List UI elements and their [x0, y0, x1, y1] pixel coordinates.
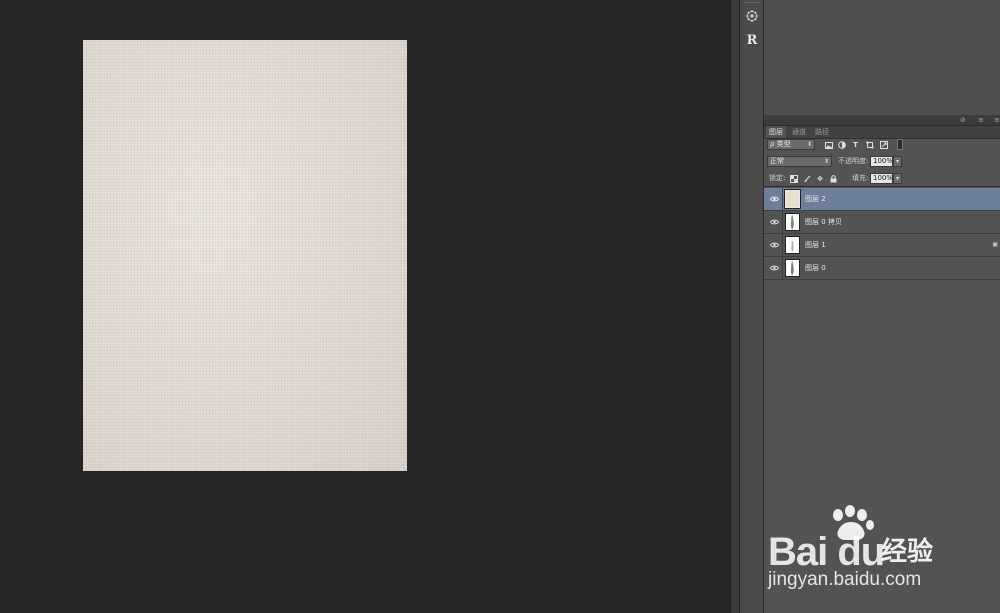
tab-channels[interactable]: 通道 — [789, 126, 809, 138]
baidu-logo-text: Bai du — [768, 530, 885, 574]
panel-collapse-icon[interactable]: ⊘ — [960, 116, 966, 124]
panel-close-icon[interactable]: ≡ — [994, 116, 1000, 124]
row-separator — [782, 234, 783, 256]
fill-field[interactable]: 100% — [870, 173, 893, 184]
jingyan-text: 经验 — [881, 537, 934, 567]
visibility-eye-icon[interactable] — [769, 240, 779, 250]
visibility-eye-icon[interactable] — [769, 263, 779, 273]
layer-thumbnail — [785, 259, 800, 277]
layer-row[interactable]: 图层 2 — [764, 188, 1000, 211]
panel-tabs: 图层 通道 路径 — [764, 126, 1000, 139]
opacity-field[interactable]: 100% — [870, 156, 893, 167]
filter-toggle-switch[interactable] — [897, 139, 903, 150]
row-separator — [782, 188, 783, 210]
baidu-jingyan-watermark: Bai du 经验 jingyan.baidu.com — [764, 505, 1000, 613]
blend-mode-value: 正常 — [770, 157, 784, 165]
watermark-url: jingyan.baidu.com — [768, 569, 922, 590]
layer-name: 图层 0 — [805, 264, 826, 272]
type-filter-icon[interactable]: T — [851, 141, 860, 149]
visibility-eye-icon[interactable] — [769, 194, 779, 204]
visibility-eye-icon[interactable] — [769, 217, 779, 227]
layer-name: 图层 1 — [805, 241, 826, 249]
3d-settings-icon[interactable] — [742, 6, 762, 26]
row-separator — [782, 211, 783, 233]
lock-all-icon[interactable] — [829, 174, 837, 183]
layers-divider — [764, 186, 1000, 187]
tab-layers[interactable]: 图层 — [766, 126, 786, 138]
filter-kind-label: ρ 类型 — [770, 140, 791, 148]
lock-transparency-icon[interactable] — [790, 174, 798, 183]
smart-object-filter-icon[interactable] — [879, 141, 888, 149]
lock-label: 锁定: — [769, 174, 786, 182]
layer-thumbnail — [784, 189, 801, 209]
fill-label: 填充: — [852, 174, 869, 182]
layer-name: 图层 2 — [805, 195, 826, 203]
r-plugin-button[interactable]: R — [742, 30, 762, 50]
panel-menu-icon[interactable]: ≡ — [978, 116, 984, 124]
document-canvas[interactable] — [83, 40, 407, 471]
layer-row[interactable]: 图层 0 — [764, 257, 1000, 280]
opacity-label: 不透明度: — [838, 157, 869, 165]
shape-filter-icon[interactable] — [865, 141, 874, 149]
r-plugin-label: R — [746, 32, 758, 48]
layer-thumbnail — [785, 213, 800, 231]
layer-filter-kind-select[interactable]: ρ 类型 ⬍ — [767, 139, 815, 150]
layer-mask-link-icon: ▣ — [992, 241, 998, 248]
lock-pixels-brush-icon[interactable] — [803, 174, 811, 183]
blend-mode-select[interactable]: 正常 ⬍ — [767, 156, 832, 167]
image-filter-icon[interactable] — [824, 141, 833, 149]
layer-name: 图层 0 拷贝 — [805, 218, 842, 226]
right-panel-empty-area — [764, 0, 1000, 115]
layer-thumbnail — [785, 236, 800, 254]
chevron-down-icon: ⬍ — [823, 158, 829, 165]
panel-header[interactable]: ⊘ ≡ ≡ — [764, 115, 1000, 126]
opacity-dropdown-arrow[interactable]: ▾ — [893, 156, 902, 167]
strip-grip[interactable] — [744, 2, 760, 5]
fill-dropdown-arrow[interactable]: ▾ — [893, 173, 902, 184]
panel-divider[interactable] — [730, 0, 740, 613]
panel-icon-strip: R — [740, 0, 764, 613]
row-separator — [782, 257, 783, 279]
layer-row[interactable]: 图层 1 ▣ — [764, 234, 1000, 257]
adjustment-filter-icon[interactable] — [837, 141, 846, 149]
chevron-down-icon: ⬍ — [806, 141, 812, 148]
canvas-area[interactable] — [0, 0, 730, 613]
tab-paths[interactable]: 路径 — [812, 126, 832, 138]
lock-position-move-icon[interactable]: ✥ — [816, 174, 824, 183]
layer-row[interactable]: 图层 0 拷贝 — [764, 211, 1000, 234]
